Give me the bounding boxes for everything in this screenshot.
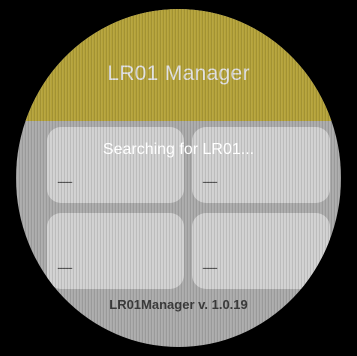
device-tile-value: —: [202, 258, 218, 277]
device-tile[interactable]: —: [47, 213, 184, 289]
title-bar: LR01 Manager: [16, 9, 341, 121]
device-tile[interactable]: —: [192, 127, 330, 203]
watch-face: LR01 Manager — — — — Searching for LR01.…: [16, 9, 341, 347]
device-tile[interactable]: —: [192, 213, 330, 289]
app-title: LR01 Manager: [107, 62, 250, 85]
device-tile-value: —: [57, 258, 73, 277]
searching-toast: Searching for LR01...: [102, 141, 255, 158]
watch-screen: LR01 Manager — — — — Searching for LR01.…: [0, 0, 357, 356]
version-label: LR01Manager v. 1.0.19: [109, 297, 248, 312]
device-tile-value: —: [202, 172, 218, 191]
device-tile-value: —: [57, 172, 73, 191]
device-tile[interactable]: —: [47, 127, 184, 203]
